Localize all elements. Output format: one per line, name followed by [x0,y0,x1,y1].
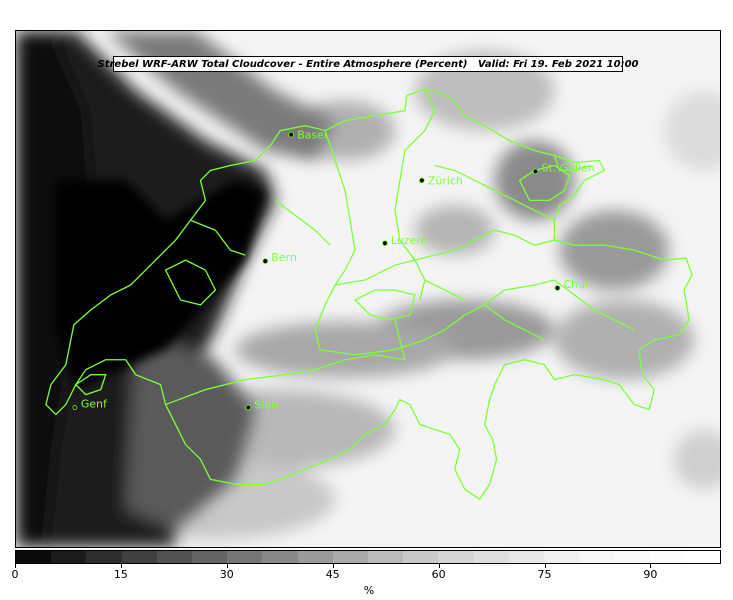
colorbar-tick-label: 60 [431,568,446,581]
city-label-st-gallen: St. Gallen [542,161,595,174]
colorbar-tick-label: 30 [219,568,234,581]
colorbar-tick-label: 0 [11,568,19,581]
city-label-basel: Basel [297,129,327,142]
colorbar-segment [403,551,439,563]
cloudcover-field: Basel Zürich St. Gallen Luzern Bern Chur [16,31,720,547]
colorbar-tick-label: 15 [113,568,128,581]
city-st-gallen: St. Gallen [532,161,595,174]
city-label-zurich: Zürich [428,174,463,187]
city-label-luzern: Luzern [391,234,428,247]
colorbar-segment [262,551,298,563]
colorbar-segment [614,551,650,563]
colorbar-tick-label: 75 [537,568,552,581]
colorbar-segment [508,551,545,563]
colorbar-segment [332,551,369,563]
city-label-sion: Sion [254,399,278,412]
city-label-genf: Genf [81,398,108,411]
colorbar-segment [438,551,474,563]
colorbar-segment [473,551,509,563]
colorbar-segment [51,551,87,563]
colorbar-segment [16,551,52,563]
colorbar-segment [684,551,721,563]
colorbar-segment [192,551,228,563]
colorbar-segment [544,551,580,563]
city-label-chur: Chur [563,278,590,291]
colorbar-segment [579,551,615,563]
city-label-bern: Bern [271,251,297,264]
map-title: Strebel WRF-ARW Total Cloudcover - Entir… [98,56,639,72]
colorbar-unit-label: % [363,584,375,597]
colorbar-segment [297,551,333,563]
colorbar-tick-label: 90 [643,568,658,581]
weather-map: Basel Zürich St. Gallen Luzern Bern Chur [15,30,721,548]
colorbar-segment [368,551,404,563]
colorbar [15,550,721,564]
colorbar-segment [649,551,685,563]
colorbar-tick-label: 45 [325,568,340,581]
colorbar-segment [156,551,193,563]
colorbar-segment [121,551,157,563]
colorbar-segment [227,551,263,563]
colorbar-segment [86,551,122,563]
